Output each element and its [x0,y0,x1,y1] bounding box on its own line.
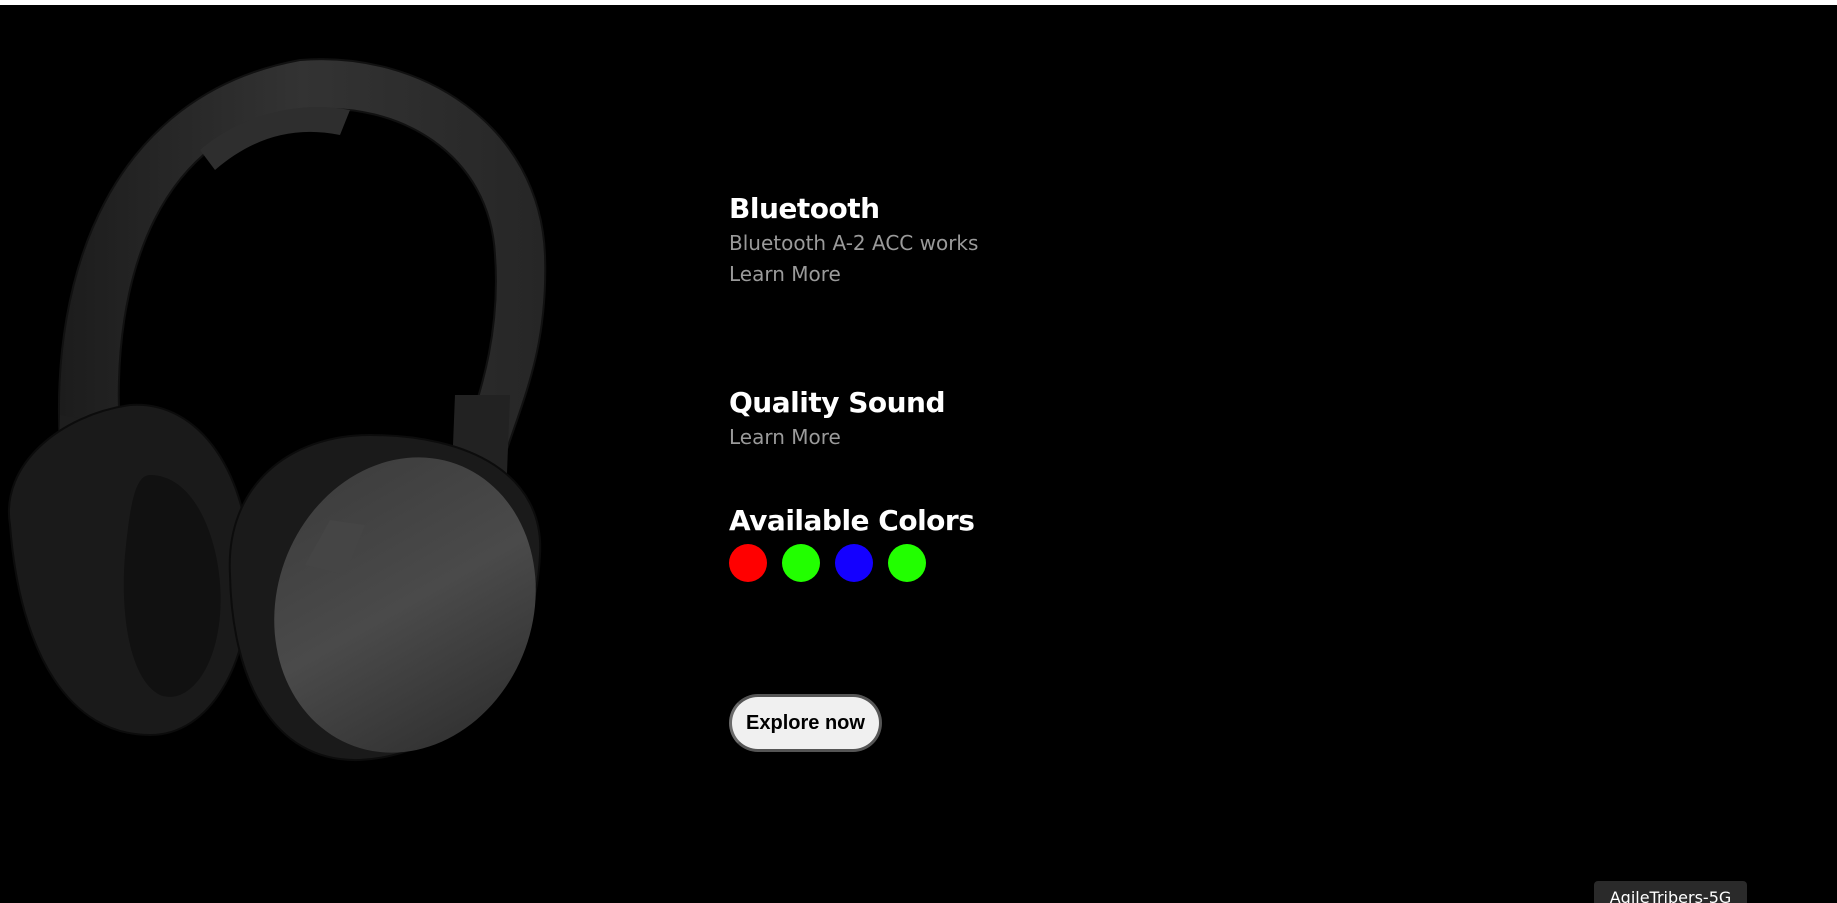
color-swatch-blue[interactable] [835,544,873,582]
feature-quality-sound: Quality Sound Learn More [729,384,946,453]
color-swatch-red[interactable] [729,544,767,582]
color-swatch-green[interactable] [782,544,820,582]
explore-now-button[interactable]: Explore now [729,694,882,752]
top-border [0,0,1837,5]
available-colors-title: Available Colors [729,504,975,537]
quality-sound-learn-more-link[interactable]: Learn More [729,422,841,453]
feature-bluetooth: Bluetooth Bluetooth A-2 ACC works Learn … [729,190,978,290]
color-swatch-green-alt[interactable] [888,544,926,582]
color-swatch-list [729,544,974,582]
footer-tag: AgileTribers-5G [1594,881,1747,903]
bluetooth-learn-more-link[interactable]: Learn More [729,259,841,290]
bluetooth-title: Bluetooth [729,192,880,225]
bluetooth-description: Bluetooth A-2 ACC works [729,231,979,255]
quality-sound-title: Quality Sound [729,386,946,419]
product-page: Bluetooth Bluetooth A-2 ACC works Learn … [0,0,1837,903]
headphones-image [7,58,547,762]
available-colors: Available Colors [729,502,975,582]
